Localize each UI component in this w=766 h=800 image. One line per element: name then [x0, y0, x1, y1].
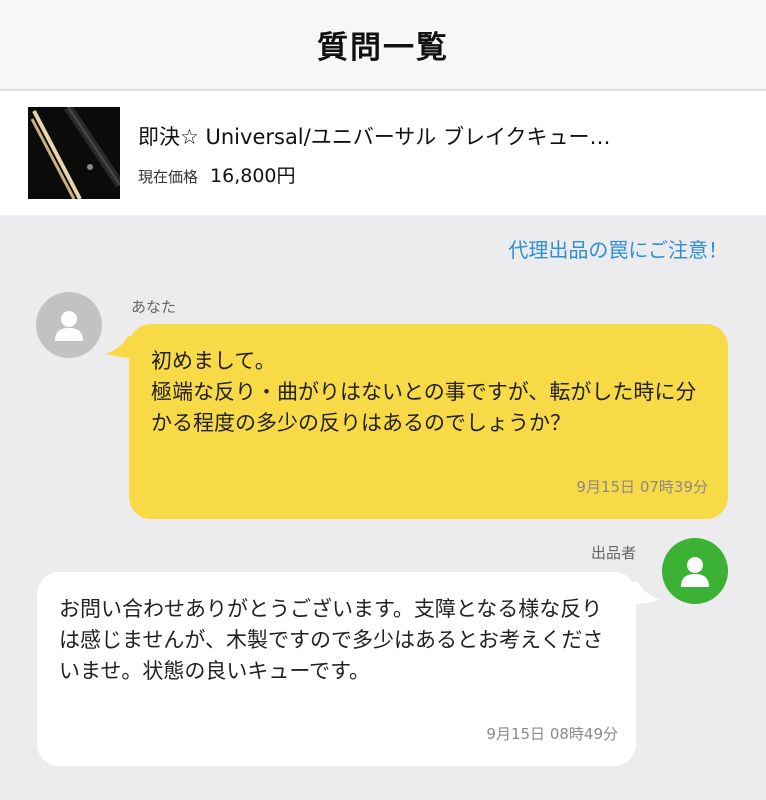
seller-avatar: [662, 538, 728, 604]
cue-image: [28, 107, 120, 199]
item-thumbnail[interactable]: [28, 107, 120, 199]
item-summary-card[interactable]: 即決☆ Universal/ユニバーサル ブレイクキュー… 現在価格 16,80…: [0, 91, 766, 215]
message-text: 初めまして。 極端な反り・曲がりはないとの事ですが、転がした時に分かる程度の多少…: [151, 349, 697, 435]
person-icon: [681, 557, 709, 587]
person-icon: [55, 311, 83, 341]
message-timestamp: 9月15日 07時39分: [576, 478, 708, 496]
seller-message-bubble: お問い合わせありがとうございます。支障となる様な反りは感じませんが、木製ですので…: [37, 572, 636, 766]
message-timestamp: 9月15日 08時49分: [486, 725, 618, 743]
sender-name: 出品者: [590, 544, 636, 562]
price-label: 現在価格: [138, 168, 199, 186]
my-message-bubble: 初めまして。 極端な反り・曲がりはないとの事ですが、転がした時に分かる程度の多少…: [129, 324, 728, 519]
bubble-tail: [632, 582, 660, 604]
price-row: 現在価格 16,800円: [138, 161, 296, 188]
message-text: お問い合わせありがとうございます。支障となる様な反りは感じませんが、木製ですので…: [59, 597, 604, 683]
page-title: 質問一覧: [317, 30, 449, 66]
header-bar: 質問一覧: [0, 0, 766, 90]
item-title[interactable]: 即決☆ Universal/ユニバーサル ブレイクキュー…: [138, 121, 738, 151]
price-value: 16,800円: [210, 165, 296, 187]
proxy-listing-warning-link[interactable]: 代理出品の罠にご注意！: [508, 234, 728, 263]
sender-name: あなた: [131, 298, 177, 316]
my-avatar: [36, 292, 102, 358]
